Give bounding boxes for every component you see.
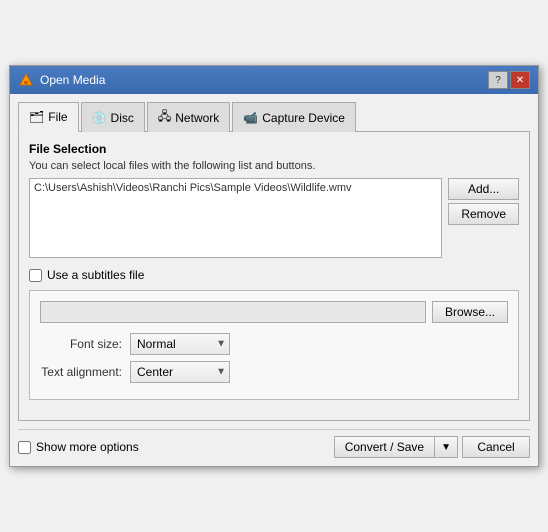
file-list-box[interactable]: C:\Users\Ashish\Videos\Ranchi Pics\Sampl… bbox=[29, 178, 442, 258]
open-media-dialog: Open Media ? ✕ 🗂 File 💿 Disc 🖧 Network 📹 bbox=[9, 65, 539, 467]
help-button[interactable]: ? bbox=[488, 71, 508, 89]
show-more-row: Show more options bbox=[18, 440, 139, 454]
file-selection-description: You can select local files with the foll… bbox=[29, 160, 519, 172]
convert-save-split-button: Convert / Save ▼ bbox=[334, 436, 458, 458]
tab-file[interactable]: 🗂 File bbox=[18, 102, 79, 132]
tab-disc-label: Disc bbox=[111, 111, 134, 125]
bottom-buttons: Convert / Save ▼ Cancel bbox=[334, 436, 530, 458]
disc-tab-icon: 💿 bbox=[92, 111, 107, 125]
show-more-checkbox[interactable] bbox=[18, 441, 31, 454]
cancel-button[interactable]: Cancel bbox=[462, 436, 530, 458]
file-tab-icon: 🗂 bbox=[29, 110, 44, 124]
tab-disc[interactable]: 💿 Disc bbox=[81, 102, 145, 132]
text-align-select-wrap: Center Left Right ▼ bbox=[130, 361, 230, 383]
font-size-select-wrap: Normal Small Large Larger ▼ bbox=[130, 333, 230, 355]
font-size-select[interactable]: Normal Small Large Larger bbox=[130, 333, 230, 355]
font-size-row: Font size: Normal Small Large Larger ▼ bbox=[40, 333, 508, 355]
file-selection-heading: File Selection bbox=[29, 142, 519, 156]
text-align-label: Text alignment: bbox=[40, 365, 130, 379]
bottom-area: Show more options Convert / Save ▼ Cance… bbox=[18, 429, 530, 458]
subtitle-checkbox-label: Use a subtitles file bbox=[47, 268, 144, 282]
title-buttons: ? ✕ bbox=[488, 71, 530, 89]
tab-network-label: Network bbox=[175, 111, 219, 125]
tab-file-label: File bbox=[48, 110, 67, 124]
dialog-title: Open Media bbox=[40, 73, 105, 87]
subtitle-file-input[interactable] bbox=[40, 301, 426, 323]
subtitle-checkbox[interactable] bbox=[29, 269, 42, 282]
text-align-row: Text alignment: Center Left Right ▼ bbox=[40, 361, 508, 383]
file-buttons: Add... Remove bbox=[448, 178, 519, 225]
subtitle-panel: Browse... Font size: Normal Small Large … bbox=[29, 290, 519, 400]
convert-save-dropdown-arrow[interactable]: ▼ bbox=[434, 436, 458, 458]
text-align-select[interactable]: Center Left Right bbox=[130, 361, 230, 383]
subtitle-checkbox-row: Use a subtitles file bbox=[29, 268, 519, 282]
show-more-label: Show more options bbox=[36, 440, 139, 454]
dialog-body: 🗂 File 💿 Disc 🖧 Network 📹 Capture Device… bbox=[10, 94, 538, 466]
tab-capture-label: Capture Device bbox=[262, 111, 345, 125]
tab-bar: 🗂 File 💿 Disc 🖧 Network 📹 Capture Device bbox=[18, 102, 530, 132]
browse-button[interactable]: Browse... bbox=[432, 301, 508, 323]
tab-content-file: File Selection You can select local file… bbox=[18, 132, 530, 421]
convert-save-button[interactable]: Convert / Save bbox=[334, 436, 434, 458]
tab-network[interactable]: 🖧 Network bbox=[147, 102, 230, 132]
close-button[interactable]: ✕ bbox=[510, 71, 530, 89]
title-bar-left: Open Media bbox=[18, 72, 105, 88]
title-bar: Open Media ? ✕ bbox=[10, 66, 538, 94]
subtitle-browse-row: Browse... bbox=[40, 301, 508, 323]
add-button[interactable]: Add... bbox=[448, 178, 519, 200]
file-selection-row: C:\Users\Ashish\Videos\Ranchi Pics\Sampl… bbox=[29, 178, 519, 258]
network-tab-icon: 🖧 bbox=[158, 107, 171, 128]
font-size-label: Font size: bbox=[40, 337, 130, 351]
file-path-entry: C:\Users\Ashish\Videos\Ranchi Pics\Sampl… bbox=[34, 182, 437, 194]
capture-tab-icon: 📹 bbox=[243, 111, 258, 125]
remove-button[interactable]: Remove bbox=[448, 203, 519, 225]
tab-capture[interactable]: 📹 Capture Device bbox=[232, 102, 356, 132]
vlc-icon bbox=[18, 72, 34, 88]
